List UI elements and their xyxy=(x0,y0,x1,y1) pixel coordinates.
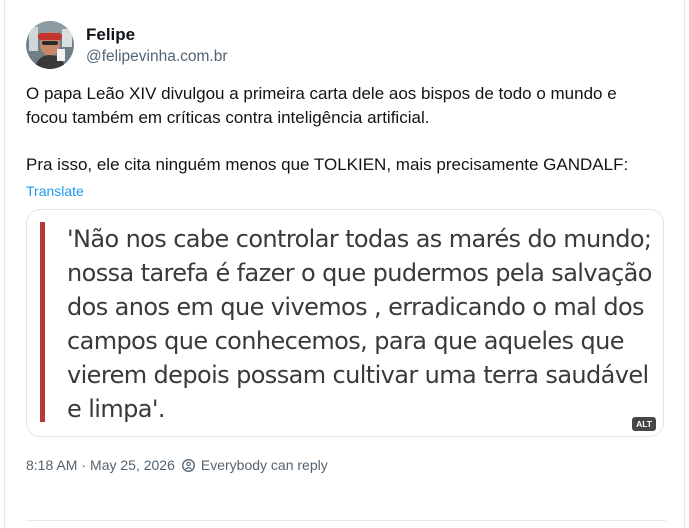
post-paragraph: Pra isso, ele cita ninguém menos que TOL… xyxy=(26,154,629,174)
image-quote-text: 'Não nos cabe controlar todas as marés d… xyxy=(67,225,652,423)
post-date[interactable]: May 25, 2026 xyxy=(90,456,175,474)
author-info: Felipe @felipevinha.com.br xyxy=(86,24,228,67)
avatar[interactable] xyxy=(26,21,74,69)
post-image[interactable]: 'Não nos cabe controlar todas as marés d… xyxy=(26,209,664,437)
post: Felipe @felipevinha.com.br O papa Leão X… xyxy=(26,20,666,474)
reply-restriction-icon xyxy=(181,458,196,473)
avatar-photo-icon xyxy=(26,21,74,69)
author-handle[interactable]: @felipevinha.com.br xyxy=(86,46,228,67)
post-meta: 8:18 AM · May 25, 2026 Everybody can rep… xyxy=(26,456,666,474)
meta-separator: · xyxy=(81,457,87,473)
author-display-name[interactable]: Felipe xyxy=(86,24,228,46)
post-paragraph: O papa Leão XIV divulgou a primeira cart… xyxy=(26,84,617,127)
quote-accent-bar xyxy=(40,222,45,422)
reply-setting-label: Everybody can reply xyxy=(200,457,328,473)
alt-badge[interactable]: ALT xyxy=(632,417,656,431)
translate-link[interactable]: Translate xyxy=(26,181,84,201)
post-divider xyxy=(26,520,666,521)
frame-border-left xyxy=(4,0,5,528)
post-header: Felipe @felipevinha.com.br xyxy=(26,20,666,70)
frame-border-right xyxy=(684,0,685,528)
post-time[interactable]: 8:18 AM xyxy=(26,456,77,474)
post-text: O papa Leão XIV divulgou a primeira cart… xyxy=(26,82,656,176)
